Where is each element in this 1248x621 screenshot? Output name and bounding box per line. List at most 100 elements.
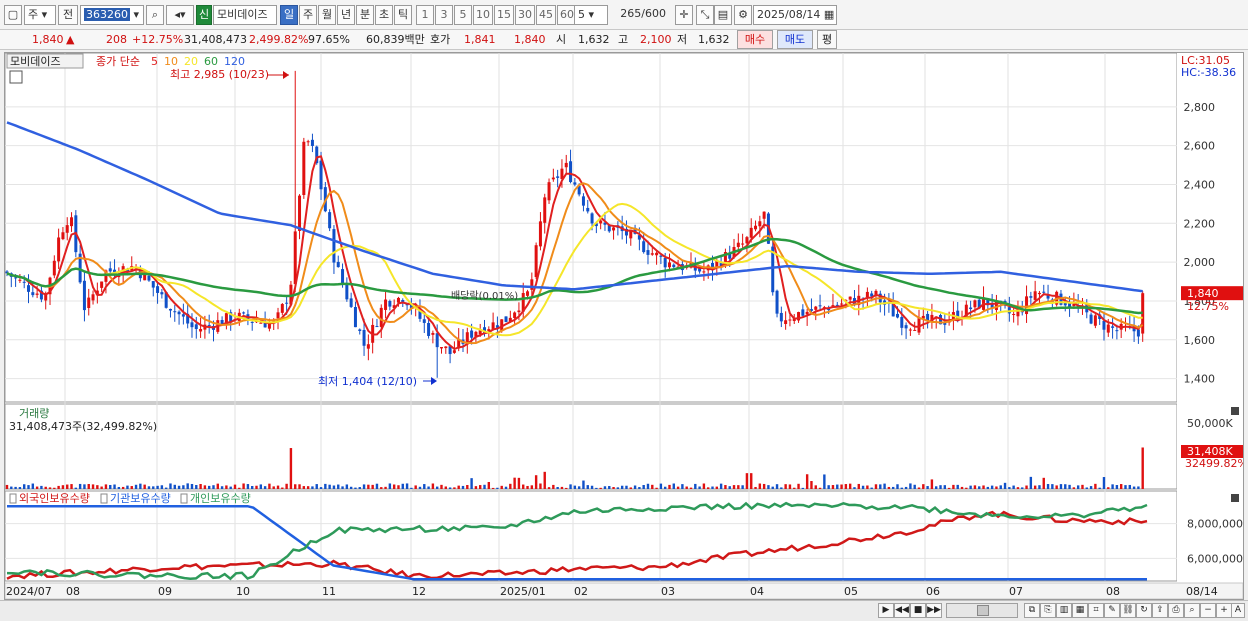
candle-body (87, 297, 91, 309)
ma-legend-5: 5 (151, 55, 158, 68)
dividend-event-label: 배당락(0.01%) (451, 290, 518, 302)
export-icon[interactable]: ⇪ (1152, 603, 1168, 618)
draw-icon[interactable]: ✎ (1104, 603, 1120, 618)
zoom-in-icon[interactable]: + (1216, 603, 1232, 618)
period-tab-4[interactable]: 분 (356, 5, 374, 25)
high-label: 고 (618, 33, 629, 46)
settings-icon[interactable]: ⚙ (734, 5, 752, 25)
ma-legend-title: 종가 단순 (96, 55, 140, 68)
chart-area[interactable]: 2,800 2,600 2,400 2,200 2,000 1,800 1,600 1,400… (4, 52, 1248, 600)
volume-bar (612, 487, 615, 489)
period-tab-3[interactable]: 년 (337, 5, 355, 25)
market-select[interactable]: 주 ▾ (24, 5, 56, 25)
interval-button-15[interactable]: 15 (494, 5, 514, 25)
scroll-right-icon[interactable]: ▶ (878, 603, 894, 618)
candle-body (865, 291, 869, 298)
window-menu-icon[interactable]: ▢ (4, 5, 22, 25)
code-input[interactable]: 363260 ▾ (80, 5, 144, 25)
volume-bar (1119, 484, 1123, 489)
volume-bar (810, 481, 813, 489)
sell-button[interactable]: 매도 (777, 30, 813, 49)
volume-bar (737, 485, 740, 489)
volume-bar (689, 487, 693, 489)
period-tab-1[interactable]: 주 (299, 5, 317, 25)
chart-type-icon[interactable]: ▥ (1056, 603, 1072, 618)
interval-select[interactable]: 5 ▾ (574, 5, 608, 25)
period-tab-0[interactable]: 일 (280, 5, 298, 25)
search-chart-icon[interactable]: ⌕ (1184, 603, 1200, 618)
volume-bar (853, 487, 856, 489)
change-percent: +12.75% (132, 33, 184, 46)
date-input[interactable]: 2025/08/14 ▦ (753, 5, 837, 25)
interval-button-1[interactable]: 1 (416, 5, 434, 25)
candle-body (913, 329, 917, 331)
volume-bar (999, 485, 1002, 489)
interval-button-10[interactable]: 10 (473, 5, 493, 25)
candle-body (336, 261, 340, 268)
interval-button-5[interactable]: 5 (454, 5, 472, 25)
candle-body (14, 277, 18, 279)
candle-body (1025, 296, 1029, 315)
print-icon[interactable]: ⎙ (1168, 603, 1184, 618)
fast-forward-icon[interactable]: ▶▶ (926, 603, 942, 618)
eval-button[interactable]: 평 (817, 30, 837, 49)
volume-bar (1055, 485, 1058, 489)
volume-bar (651, 484, 654, 489)
volume-bar (762, 483, 766, 489)
search-icon[interactable]: ⌕ (146, 5, 164, 25)
date-value: 2025/08/14 (757, 8, 821, 21)
volume-tag-pct: 32499.82% (1185, 457, 1243, 470)
candle-body (168, 308, 172, 311)
candle-body (1042, 291, 1046, 293)
volume-bar (457, 485, 460, 489)
candle-body (422, 319, 426, 323)
volume-bar (560, 486, 564, 489)
volume-bar (715, 486, 719, 489)
volume-bar (534, 475, 538, 489)
scroll-slider[interactable] (946, 603, 1018, 618)
trade-amount: 60,839백만 (366, 33, 425, 46)
data-count[interactable]: 265/600 (612, 5, 668, 25)
prev-button[interactable]: 전 (58, 5, 78, 25)
candle-body (534, 245, 538, 278)
speaker-icon[interactable]: ◂▾ (166, 5, 194, 25)
period-tab-2[interactable]: 월 (318, 5, 336, 25)
volume-bar (1021, 487, 1024, 489)
volume-bar (758, 483, 762, 489)
stop-icon[interactable]: ■ (910, 603, 926, 618)
candle-body (646, 250, 650, 255)
volume-bar (1051, 484, 1054, 489)
zoom-out-icon[interactable]: − (1200, 603, 1216, 618)
volume-bar (857, 483, 860, 489)
volume-bar (539, 483, 542, 489)
candle-body (319, 160, 323, 190)
volume-bar (40, 485, 43, 489)
crosshair-icon[interactable]: ✛ (675, 5, 693, 25)
interval-button-45[interactable]: 45 (536, 5, 556, 25)
candle-body (801, 309, 805, 316)
period-tab-6[interactable]: 틱 (394, 5, 412, 25)
buy-button[interactable]: 매수 (737, 30, 773, 49)
candle-body (194, 324, 198, 330)
auto-icon[interactable]: A (1231, 603, 1245, 618)
save-icon[interactable]: ▤ (714, 5, 732, 25)
interval-button-30[interactable]: 30 (515, 5, 535, 25)
tool-icon[interactable]: ⌗ (1088, 603, 1104, 618)
period-tab-5[interactable]: 초 (375, 5, 393, 25)
rewind-icon[interactable]: ◀◀ (894, 603, 910, 618)
volume-bar (526, 485, 529, 489)
volume-bar (431, 483, 435, 489)
grid-icon[interactable]: ▦ (1072, 603, 1088, 618)
link-icon[interactable]: ⛓ (1120, 603, 1136, 618)
zoom-icon[interactable]: ⤡ (696, 5, 714, 25)
refresh-icon[interactable]: ↻ (1136, 603, 1152, 618)
volume-bar (891, 486, 895, 489)
volume-bar (767, 485, 770, 489)
layout-icon[interactable]: ⧉ (1024, 603, 1040, 618)
volume-bar (603, 486, 607, 489)
volume-bar (392, 484, 396, 489)
copy-icon[interactable]: ⎘ (1040, 603, 1056, 618)
interval-button-3[interactable]: 3 (435, 5, 453, 25)
hc-label: HC:-38.36 (1181, 66, 1236, 79)
scroll-thumb[interactable] (977, 605, 989, 616)
